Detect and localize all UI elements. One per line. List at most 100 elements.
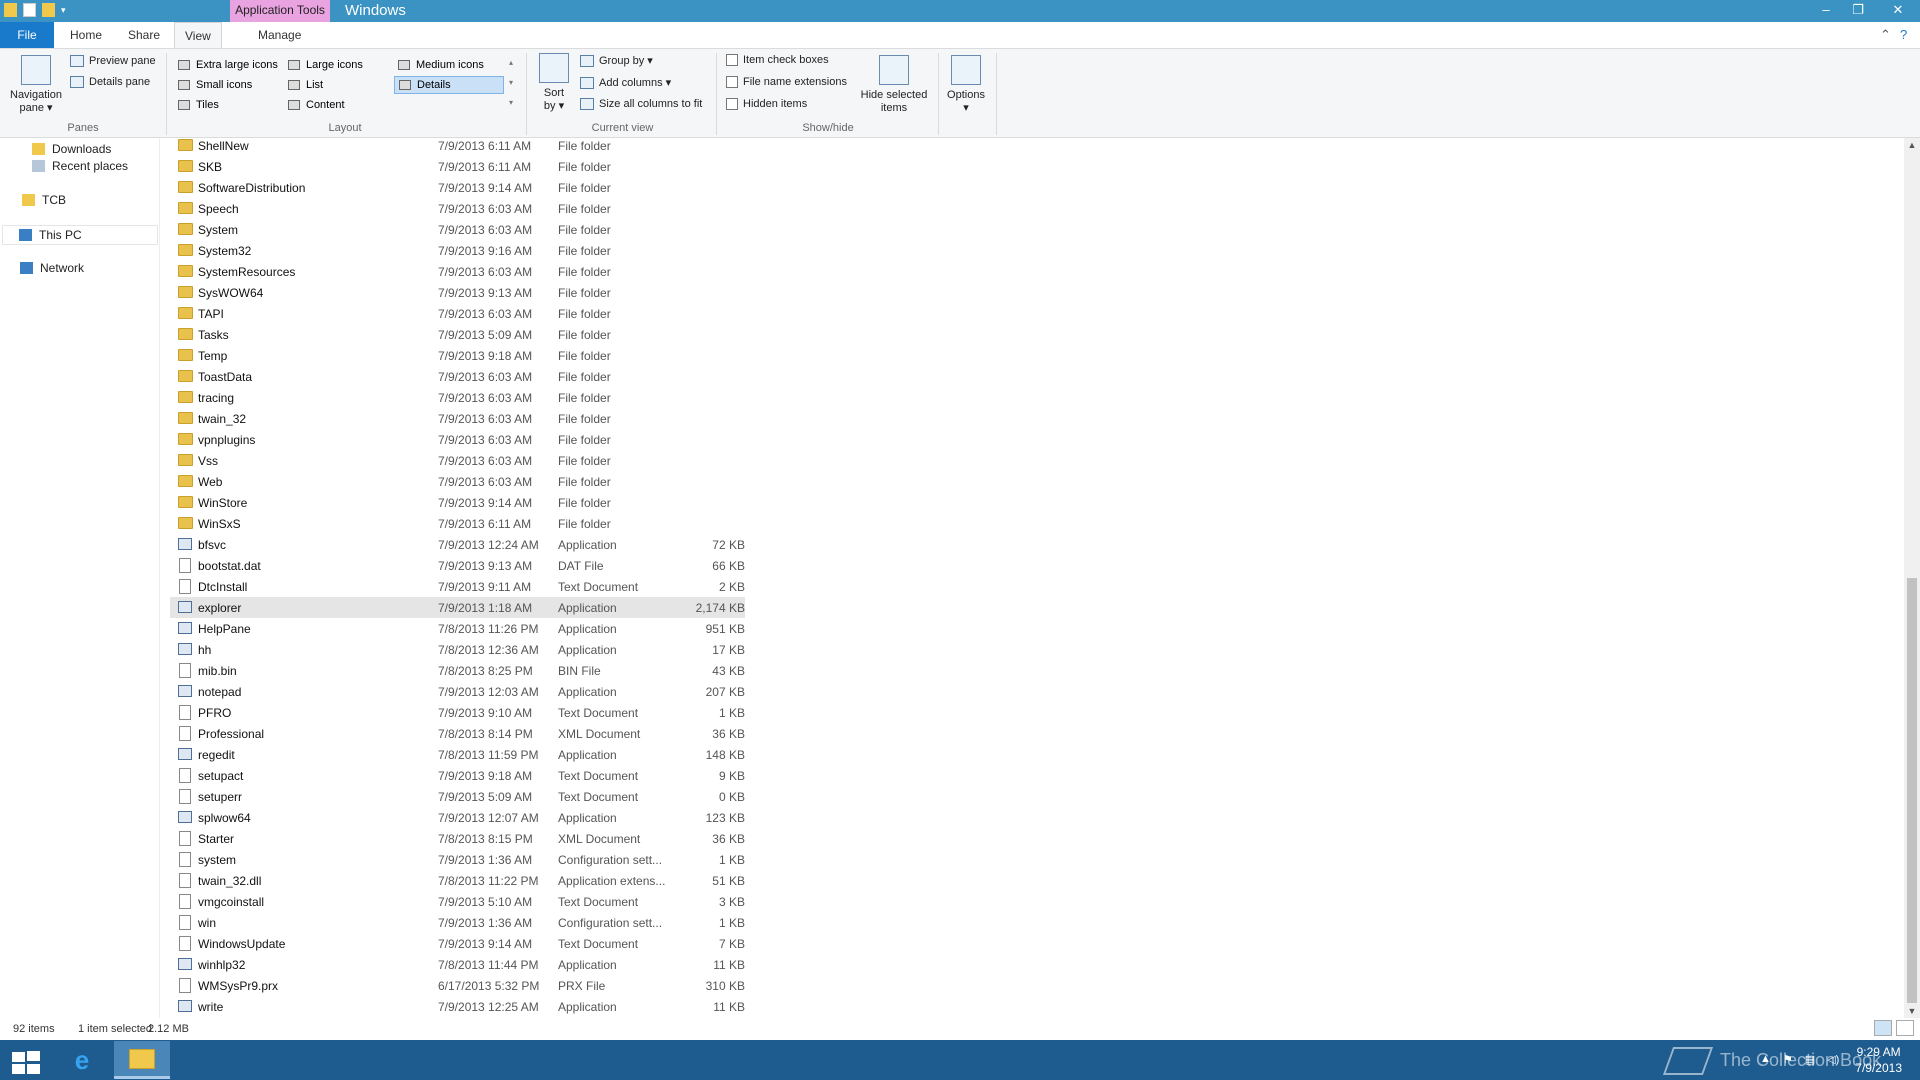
file-row[interactable]: win 7/9/2013 1:36 AM Configuration sett...…	[170, 912, 745, 933]
network-tray-icon[interactable]: ▤	[1805, 1053, 1815, 1066]
file-row[interactable]: SoftwareDistribution 7/9/2013 9:14 AM File…	[170, 177, 745, 198]
file-row[interactable]: system 7/9/2013 1:36 AM Configuration sett…	[170, 849, 745, 870]
file-row[interactable]: TAPI 7/9/2013 6:03 AM File folder	[170, 303, 745, 324]
start-button[interactable]	[8, 1049, 40, 1074]
tab-view[interactable]: View	[174, 22, 222, 48]
sort-by-button[interactable]: Sort by ▾	[534, 53, 574, 113]
layout-gallery-scroll[interactable]: ▴ ▾ ▾	[506, 53, 516, 115]
nav-item-network[interactable]: Network	[20, 261, 84, 275]
large-icons-view-icon[interactable]	[1896, 1020, 1914, 1036]
minimize-button[interactable]: –	[1812, 0, 1840, 22]
file-row[interactable]: PFRO 7/9/2013 9:10 AM Text Document 1 KB	[170, 702, 745, 723]
nav-item-downloads[interactable]: Downloads	[32, 142, 111, 156]
group-by-button[interactable]: Group by ▾	[580, 54, 653, 67]
file-row[interactable]: winhlp32 7/8/2013 11:44 PM Application 11 K…	[170, 954, 745, 975]
details-option[interactable]: Details	[394, 76, 504, 94]
file-row[interactable]: WMSysPr9.prx 6/17/2013 5:32 PM PRX File 310…	[170, 975, 745, 996]
file-row[interactable]: WindowsUpdate 7/9/2013 9:14 AM Text Docume…	[170, 933, 745, 954]
file-row[interactable]: Tasks 7/9/2013 5:09 AM File folder	[170, 324, 745, 345]
file-row[interactable]: Starter 7/8/2013 8:15 PM XML Document 36 KB	[170, 828, 745, 849]
file-row[interactable]: regedit 7/8/2013 11:59 PM Application 148 K…	[170, 744, 745, 765]
file-row[interactable]: hh 7/8/2013 12:36 AM Application 17 KB	[170, 639, 745, 660]
add-columns-button[interactable]: Add columns ▾	[580, 76, 671, 89]
file-row[interactable]: Professional 7/8/2013 8:14 PM XML Document…	[170, 723, 745, 744]
file-name-extensions-toggle[interactable]: File name extensions	[726, 76, 847, 88]
file-row[interactable]: WinSxS 7/9/2013 6:11 AM File folder	[170, 513, 745, 534]
vertical-scrollbar[interactable]: ▲ ▼	[1904, 138, 1920, 1018]
navigation-pane-button[interactable]: Navigation pane ▾	[6, 55, 66, 115]
flag-icon[interactable]: ⚑	[1783, 1053, 1793, 1066]
file-row[interactable]: setupact 7/9/2013 9:18 AM Text Document 9 K…	[170, 765, 745, 786]
file-row[interactable]: twain_32 7/9/2013 6:03 AM File folder	[170, 408, 745, 429]
tab-home[interactable]: Home	[60, 25, 112, 45]
current-view-group-label: Current view	[591, 122, 654, 134]
file-row[interactable]: SysWOW64 7/9/2013 9:13 AM File folder	[170, 282, 745, 303]
new-folder-icon[interactable]	[42, 3, 55, 17]
large-icons-option[interactable]: Large icons	[284, 56, 367, 74]
file-row[interactable]: HelpPane 7/8/2013 11:26 PM Application 951 …	[170, 618, 745, 639]
file-row[interactable]: Web 7/9/2013 6:03 AM File folder	[170, 471, 745, 492]
file-explorer-taskbar-button[interactable]	[114, 1041, 170, 1079]
file-row[interactable]: SystemResources 7/9/2013 6:03 AM File fold…	[170, 261, 745, 282]
file-row[interactable]: twain_32.dll 7/8/2013 11:22 PM Application…	[170, 870, 745, 891]
file-row[interactable]: explorer 7/9/2013 1:18 AM Application 2,174…	[170, 597, 745, 618]
internet-explorer-icon[interactable]: e	[60, 1042, 104, 1078]
nav-item-tcb[interactable]: TCB	[22, 193, 66, 207]
minimize-ribbon-icon[interactable]: ⌃	[1880, 27, 1891, 43]
file-row[interactable]: System 7/9/2013 6:03 AM File folder	[170, 219, 745, 240]
file-row[interactable]: bootstat.dat 7/9/2013 9:13 AM DAT File 66 K…	[170, 555, 745, 576]
scrollbar-thumb[interactable]	[1907, 578, 1917, 1003]
item-check-boxes-checkbox[interactable]	[726, 54, 738, 66]
file-row[interactable]: mib.bin 7/8/2013 8:25 PM BIN File 43 KB	[170, 660, 745, 681]
list-option[interactable]: List	[284, 76, 327, 94]
maximize-button[interactable]: ❐	[1844, 0, 1872, 22]
file-name-extensions-checkbox[interactable]	[726, 76, 738, 88]
file-row[interactable]: ToastData 7/9/2013 6:03 AM File folder	[170, 366, 745, 387]
file-row[interactable]: ShellNew 7/9/2013 6:11 AM File folder	[170, 135, 745, 156]
small-icons-option[interactable]: Small icons	[174, 76, 256, 94]
file-row[interactable]: DtcInstall 7/9/2013 9:11 AM Text Document 2…	[170, 576, 745, 597]
file-row[interactable]: splwow64 7/9/2013 12:07 AM Application 123 …	[170, 807, 745, 828]
tab-file[interactable]: File	[0, 22, 54, 48]
file-row[interactable]: vmgcoinstall 7/9/2013 5:10 AM Text Documen…	[170, 891, 745, 912]
file-row[interactable]: vpnplugins 7/9/2013 6:03 AM File folder	[170, 429, 745, 450]
customize-qat-chevron-icon[interactable]: ▾	[61, 5, 66, 16]
hidden-items-checkbox[interactable]	[726, 98, 738, 110]
size-columns-button[interactable]: Size all columns to fit	[580, 98, 702, 110]
item-check-boxes-toggle[interactable]: Item check boxes	[726, 54, 829, 66]
tiles-option[interactable]: Tiles	[174, 96, 223, 114]
nav-item-recent-places[interactable]: Recent places	[32, 159, 128, 173]
scroll-down-arrow-icon[interactable]: ▼	[1904, 1006, 1920, 1016]
hidden-items-toggle[interactable]: Hidden items	[726, 98, 807, 110]
nav-item-this-pc[interactable]: This PC	[2, 225, 158, 245]
file-row[interactable]: Temp 7/9/2013 9:18 AM File folder	[170, 345, 745, 366]
tab-share[interactable]: Share	[118, 25, 170, 45]
file-row[interactable]: tracing 7/9/2013 6:03 AM File folder	[170, 387, 745, 408]
details-pane-button[interactable]: Details pane	[70, 76, 150, 88]
file-row[interactable]: Speech 7/9/2013 6:03 AM File folder	[170, 198, 745, 219]
properties-icon[interactable]	[23, 3, 36, 17]
close-button[interactable]: ✕	[1882, 0, 1914, 22]
scroll-up-arrow-icon[interactable]: ▲	[1904, 140, 1920, 150]
preview-pane-button[interactable]: Preview pane	[70, 55, 156, 67]
folder-icon[interactable]	[4, 3, 17, 17]
file-row[interactable]: Vss 7/9/2013 6:03 AM File folder	[170, 450, 745, 471]
medium-icons-option[interactable]: Medium icons	[394, 56, 488, 74]
file-row[interactable]: System32 7/9/2013 9:16 AM File folder	[170, 240, 745, 261]
file-row[interactable]: bfsvc 7/9/2013 12:24 AM Application 72 KB	[170, 534, 745, 555]
show-hidden-icons-icon[interactable]: ▲	[1760, 1053, 1771, 1066]
file-row[interactable]: WinStore 7/9/2013 9:14 AM File folder	[170, 492, 745, 513]
clock[interactable]: 9:29 AM 7/9/2013	[1855, 1044, 1902, 1076]
file-row[interactable]: write 7/9/2013 12:25 AM Application 11 KB	[170, 996, 745, 1015]
details-view-icon[interactable]	[1874, 1020, 1892, 1036]
extra-large-icons-option[interactable]: Extra large icons	[174, 56, 282, 74]
volume-icon[interactable]: ◁)	[1827, 1053, 1839, 1066]
file-row[interactable]: SKB 7/9/2013 6:11 AM File folder	[170, 156, 745, 177]
tab-manage[interactable]: Manage	[248, 25, 311, 45]
file-row[interactable]: notepad 7/9/2013 12:03 AM Application 207 K…	[170, 681, 745, 702]
hide-selected-items-button[interactable]: Hide selected items	[856, 55, 932, 115]
content-option[interactable]: Content	[284, 96, 349, 114]
options-button[interactable]: Options ▾	[942, 55, 990, 115]
file-row[interactable]: setuperr 7/9/2013 5:09 AM Text Document 0 K…	[170, 786, 745, 807]
help-icon[interactable]: ?	[1900, 27, 1907, 42]
